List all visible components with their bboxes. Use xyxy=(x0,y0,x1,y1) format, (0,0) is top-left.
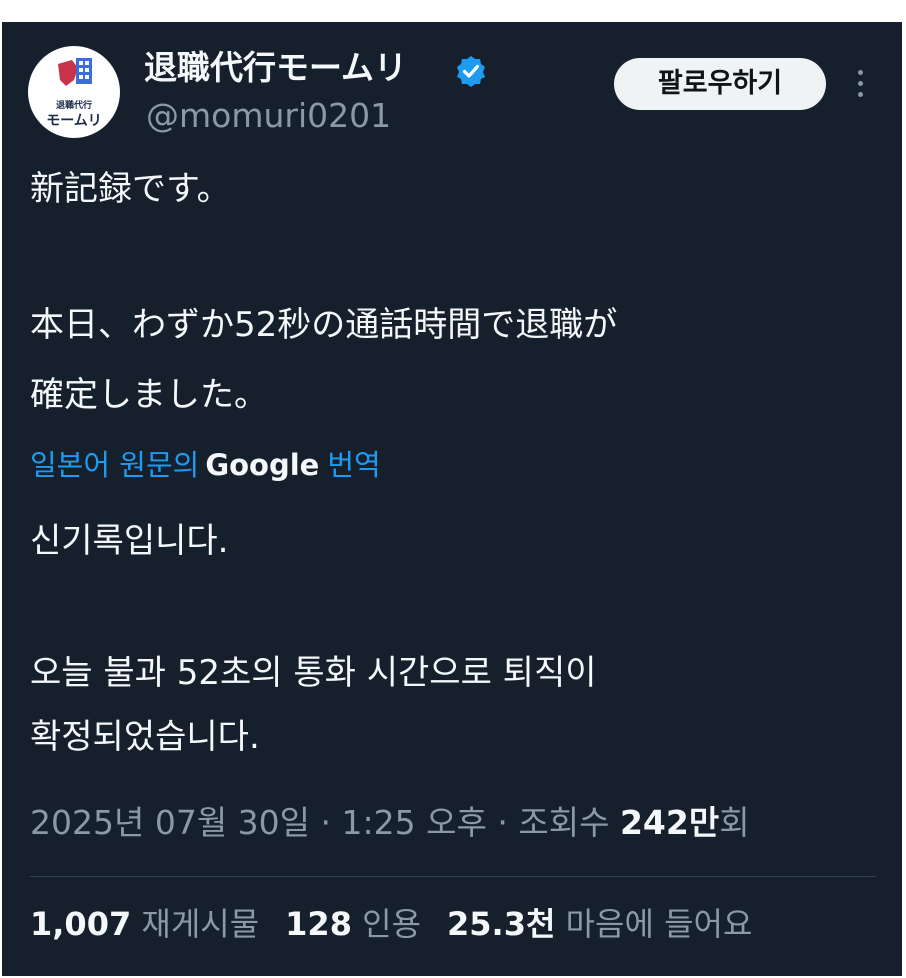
verified-badge-icon xyxy=(457,56,485,87)
views-count: 242만 xyxy=(619,803,720,842)
translation-suffix[interactable]: 번역 xyxy=(327,448,380,482)
retweets-stat[interactable]: 1,007 재게시물 xyxy=(30,905,259,943)
more-dot xyxy=(858,81,863,86)
google-brand: Google xyxy=(205,448,320,482)
likes-stat[interactable]: 25.3천 마음에 들어요 xyxy=(447,905,752,943)
likes-label: 마음에 들어요 xyxy=(565,905,753,943)
avatar-logo-big: モームリ xyxy=(46,113,102,129)
engagement-stats: 1,007 재게시물 128 인용 25.3천 마음에 들어요 xyxy=(30,898,752,950)
tweet-time[interactable]: 1:25 오후 xyxy=(342,803,487,842)
retweets-label: 재게시물 xyxy=(141,905,260,943)
more-dot xyxy=(858,92,863,97)
tweet-text-line: 本日、わずか52秒の通話時間で退職が xyxy=(30,305,618,345)
translation-prefix[interactable]: 일본어 원문의 xyxy=(30,448,199,482)
tweet-text-line: 確定しました。 xyxy=(30,375,268,415)
translated-text-line: 확정되었습니다. xyxy=(30,717,260,757)
likes-count: 25.3천 xyxy=(447,905,556,943)
tweet-text-line: 新記録です。 xyxy=(30,169,231,209)
retweets-count: 1,007 xyxy=(30,905,132,943)
quotes-count: 128 xyxy=(285,905,352,943)
views-suffix: 회 xyxy=(719,803,750,842)
tweet-date[interactable]: 2025년 07월 30일 xyxy=(30,803,310,842)
divider xyxy=(30,876,876,877)
more-options-icon[interactable] xyxy=(850,66,870,102)
quotes-label: 인용 xyxy=(362,905,422,943)
meta-separator: · xyxy=(320,803,332,842)
translation-bar[interactable]: 일본어 원문의 Google 번역 xyxy=(30,440,381,490)
author-handle[interactable]: @momuri0201 xyxy=(146,96,391,136)
more-dot xyxy=(858,70,863,75)
translated-text-line: 오늘 불과 52초의 통화 시간으로 퇴직이 xyxy=(30,653,597,693)
quotes-stat[interactable]: 128 인용 xyxy=(285,905,421,943)
tweet-meta: 2025년 07월 30일 · 1:25 오후 · 조회수 242만회 xyxy=(30,796,750,850)
views-label: 조회수 xyxy=(518,803,610,842)
author-name[interactable]: 退職代行モームリ xyxy=(144,48,407,88)
avatar[interactable]: 退職代行 モームリ xyxy=(28,46,120,138)
translated-text-line: 신기록입니다. xyxy=(30,521,229,561)
tweet-card: 退職代行 モームリ 退職代行モームリ @momuri0201 팔로우하기 新記録… xyxy=(2,22,902,976)
follow-button[interactable]: 팔로우하기 xyxy=(614,58,826,110)
meta-separator: · xyxy=(497,803,508,842)
